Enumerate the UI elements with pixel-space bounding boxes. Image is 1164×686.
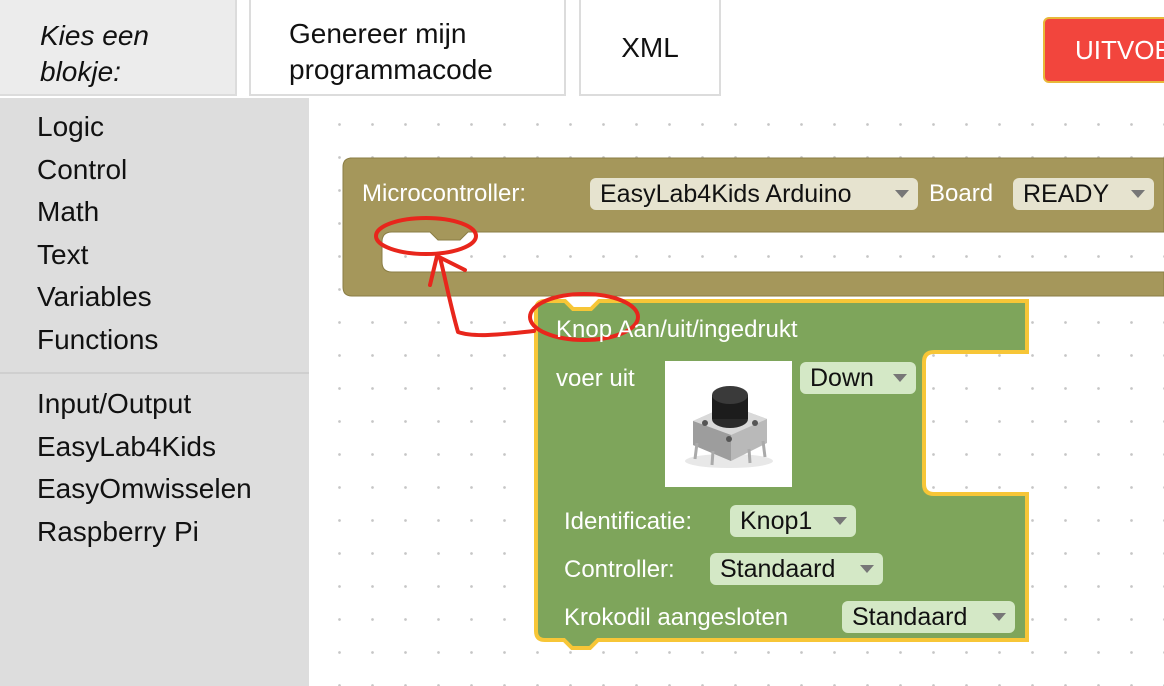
chevron-down-icon <box>992 613 1006 621</box>
microcontroller-label: Microcontroller: <box>362 180 527 207</box>
chevron-down-icon <box>833 517 847 525</box>
button-block-title: Knop Aan/uit/ingedrukt <box>556 316 798 343</box>
category-easylab4kids[interactable]: EasyLab4Kids <box>37 430 216 464</box>
run-button[interactable]: UITVOE <box>1043 17 1164 83</box>
xml-tab[interactable]: XML <box>579 0 721 96</box>
do-label: voer uit <box>556 365 635 392</box>
controller-dropdown-value: Standaard <box>720 555 836 583</box>
event-dropdown[interactable]: Down <box>800 362 916 394</box>
crocodile-dropdown-value: Standaard <box>852 603 968 631</box>
chevron-down-icon <box>860 565 874 573</box>
controller-dropdown[interactable]: Standaard <box>710 553 883 585</box>
push-button-icon <box>665 361 792 487</box>
toolbox-sidebar: Logic Control Math Text Variables Functi… <box>0 98 309 686</box>
event-dropdown-value: Down <box>810 364 874 392</box>
chevron-down-icon <box>893 374 907 382</box>
chevron-down-icon <box>895 190 909 198</box>
category-control[interactable]: Control <box>37 153 127 187</box>
category-easyomwisselen[interactable]: EasyOmwisselen <box>37 472 252 506</box>
palette-tab-label: Kies een blokje: <box>40 20 149 87</box>
category-logic[interactable]: Logic <box>37 110 104 144</box>
palette-tab[interactable]: Kies een blokje: <box>0 0 237 96</box>
controller-label: Controller: <box>564 556 675 583</box>
identification-dropdown-value: Knop1 <box>740 507 813 535</box>
category-variables[interactable]: Variables <box>37 280 152 314</box>
board-dropdown-value: EasyLab4Kids Arduino <box>600 180 852 208</box>
board-label: Board <box>929 180 994 207</box>
board-dropdown[interactable]: EasyLab4Kids Arduino <box>590 178 918 210</box>
category-input-output[interactable]: Input/Output <box>37 387 191 421</box>
toolbar: Kies een blokje: Genereer mijn programma… <box>0 0 1164 99</box>
crocodile-label: Krokodil aangesloten <box>564 604 789 631</box>
category-math[interactable]: Math <box>37 195 99 229</box>
run-button-label: UITVOE <box>1075 35 1164 65</box>
identification-dropdown[interactable]: Knop1 <box>730 505 856 537</box>
crocodile-dropdown[interactable]: Standaard <box>842 601 1015 633</box>
push-button-image <box>665 361 792 487</box>
xml-tab-label: XML <box>621 32 679 63</box>
state-dropdown-value: READY <box>1023 180 1110 208</box>
generate-code-tab[interactable]: Genereer mijn programmacode <box>249 0 566 96</box>
state-dropdown[interactable]: READY <box>1013 178 1154 210</box>
generate-code-label: Genereer mijn programmacode <box>289 18 493 85</box>
category-separator <box>0 372 309 374</box>
category-text[interactable]: Text <box>37 238 88 272</box>
chevron-down-icon <box>1131 190 1145 198</box>
identification-label: Identificatie: <box>564 508 693 535</box>
category-functions[interactable]: Functions <box>37 323 158 357</box>
category-raspberry-pi[interactable]: Raspberry Pi <box>37 515 199 549</box>
